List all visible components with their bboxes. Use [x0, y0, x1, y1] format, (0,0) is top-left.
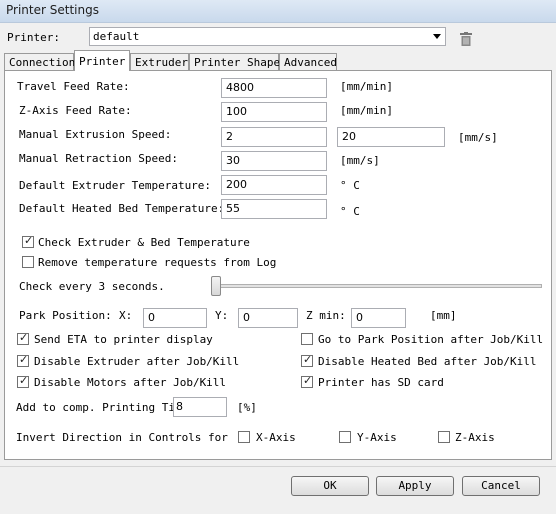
travel-feed-rate-input[interactable]: 4800 [221, 78, 327, 98]
park-z-input[interactable]: 0 [351, 308, 406, 328]
tab-connection[interactable]: Connection [4, 53, 75, 71]
travel-feed-rate-label: Travel Feed Rate: [17, 80, 130, 93]
disable-extruder-checkbox[interactable] [17, 353, 29, 367]
invert-direction-label: Invert Direction in Controls for [16, 431, 228, 444]
travel-feed-rate-unit: [mm/min] [340, 80, 393, 93]
invert-x-checkbox[interactable] [238, 431, 250, 443]
invert-y-label: Y-Axis [357, 431, 397, 444]
manual-retraction-speed-label: Manual Retraction Speed: [19, 152, 178, 165]
manual-extrusion-speed-unit: [mm/s] [458, 131, 498, 144]
default-bed-temp-unit: ° C [340, 205, 360, 218]
printer-select-value: default [93, 30, 140, 43]
disable-motors-checkbox[interactable] [17, 374, 29, 388]
disable-extruder-label: Disable Extruder after Job/Kill [34, 355, 240, 368]
park-y-input[interactable]: 0 [238, 308, 298, 328]
invert-z-label: Z-Axis [455, 431, 495, 444]
send-eta-checkbox[interactable] [17, 331, 29, 345]
tab-advanced[interactable]: Advanced [279, 53, 337, 71]
park-x-input[interactable]: 0 [143, 308, 207, 328]
manual-extrusion-speed-input-2[interactable]: 20 [337, 127, 445, 147]
has-sd-card-checkbox[interactable] [301, 374, 313, 388]
z-axis-feed-rate-unit: [mm/min] [340, 104, 393, 117]
park-x-label: X: [119, 309, 133, 322]
check-interval-slider-thumb[interactable] [211, 276, 221, 296]
default-extruder-temp-unit: ° C [340, 179, 360, 192]
add-time-unit: [%] [237, 401, 257, 414]
has-sd-card-label: Printer has SD card [318, 376, 444, 389]
manual-retraction-speed-unit: [mm/s] [340, 154, 380, 167]
send-eta-label: Send ETA to printer display [34, 333, 213, 346]
add-time-label: Add to comp. Printing Time [16, 401, 189, 414]
cancel-button[interactable]: Cancel [462, 476, 540, 496]
park-position-label: Park Position: [19, 309, 112, 322]
trash-icon[interactable] [460, 32, 472, 46]
check-temperature-checkbox[interactable] [22, 234, 34, 248]
invert-x-label: X-Axis [256, 431, 296, 444]
go-to-park-label: Go to Park Position after Job/Kill [318, 333, 544, 346]
window-title: Printer Settings [6, 3, 99, 17]
remove-temp-requests-label: Remove temperature requests from Log [38, 256, 277, 269]
tab-printer-shape[interactable]: Printer Shape [189, 53, 280, 71]
apply-button[interactable]: Apply [376, 476, 454, 496]
default-extruder-temp-label: Default Extruder Temperature: [19, 179, 212, 192]
manual-extrusion-speed-label: Manual Extrusion Speed: [19, 128, 172, 141]
chevron-down-icon [433, 34, 441, 39]
printer-select[interactable]: default [89, 27, 446, 46]
invert-z-checkbox[interactable] [438, 431, 450, 443]
check-temperature-label: Check Extruder & Bed Temperature [38, 236, 250, 249]
default-bed-temp-input[interactable]: 55 [221, 199, 327, 219]
add-time-input[interactable]: 8 [173, 397, 227, 417]
go-to-park-checkbox[interactable] [301, 333, 313, 345]
check-every-label: Check every 3 seconds. [19, 280, 165, 293]
manual-extrusion-speed-input[interactable]: 2 [221, 127, 327, 147]
park-unit: [mm] [430, 309, 457, 322]
default-bed-temp-label: Default Heated Bed Temperature: [19, 202, 225, 215]
remove-temp-requests-checkbox[interactable] [22, 256, 34, 268]
z-axis-feed-rate-input[interactable]: 100 [221, 102, 327, 122]
ok-button[interactable]: OK [291, 476, 369, 496]
tab-extruder[interactable]: Extruder [130, 53, 189, 71]
default-extruder-temp-input[interactable]: 200 [221, 175, 327, 195]
disable-heated-bed-checkbox[interactable] [301, 353, 313, 367]
tab-printer[interactable]: Printer [74, 50, 130, 71]
manual-retraction-speed-input[interactable]: 30 [221, 151, 327, 171]
park-z-label: Z min: [306, 309, 346, 322]
footer-divider [0, 466, 556, 467]
disable-motors-label: Disable Motors after Job/Kill [34, 376, 227, 389]
check-interval-slider-track[interactable] [211, 284, 542, 288]
park-y-label: Y: [215, 309, 229, 322]
disable-heated-bed-label: Disable Heated Bed after Job/Kill [318, 355, 537, 368]
z-axis-feed-rate-label: Z-Axis Feed Rate: [19, 104, 132, 117]
printer-label: Printer: [7, 31, 60, 44]
invert-y-checkbox[interactable] [339, 431, 351, 443]
